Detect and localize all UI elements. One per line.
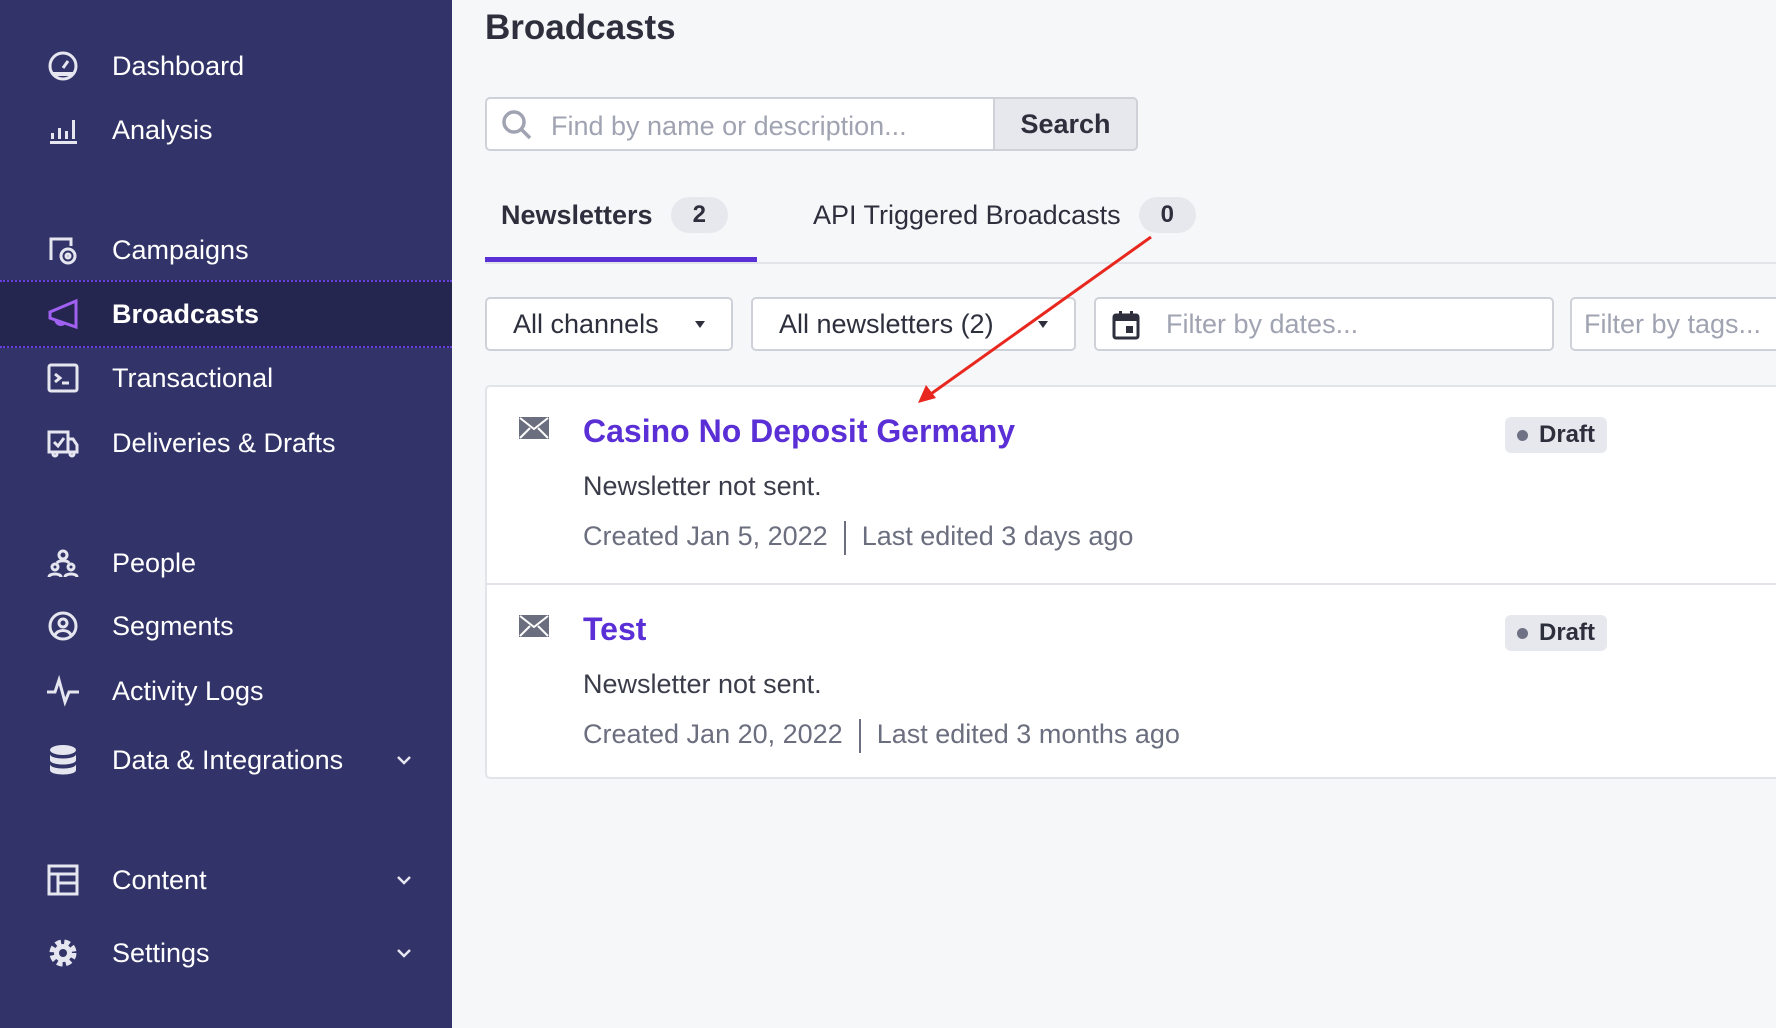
delivery-truck-icon	[46, 426, 80, 460]
created-date: Created Jan 5, 2022	[583, 521, 828, 551]
status-badge: Draft	[1505, 417, 1608, 453]
campaigns-icon	[46, 233, 80, 267]
date-filter-input[interactable]: Filter by dates...	[1094, 297, 1554, 351]
count-badge: 0	[1138, 197, 1197, 233]
tab-newsletters[interactable]: Newsletters 2	[485, 197, 757, 262]
search-input[interactable]: Find by name or description...	[485, 97, 995, 151]
search-button[interactable]: Search	[995, 97, 1138, 151]
tags-filter-input[interactable]: Filter by tags...	[1570, 297, 1776, 351]
divider	[843, 521, 846, 555]
bar-chart-icon	[46, 113, 80, 147]
sidebar-item-segments[interactable]: Segments	[0, 595, 452, 657]
content-icon	[46, 863, 80, 897]
megaphone-icon	[46, 297, 80, 331]
chevron-down-icon[interactable]	[394, 870, 414, 890]
sidebar-item-settings[interactable]: Settings	[0, 922, 452, 984]
tabs-divider	[485, 262, 1776, 264]
sidebar-item-activity-logs[interactable]: Activity Logs	[0, 660, 452, 722]
chevron-down-icon[interactable]	[394, 750, 414, 770]
sidebar-item-content[interactable]: Content	[0, 849, 452, 911]
newsletters-select[interactable]: All newsletters (2)	[751, 297, 1076, 351]
last-edited: Last edited 3 days ago	[861, 521, 1134, 551]
segments-icon	[46, 609, 80, 643]
activity-icon	[46, 674, 80, 708]
list-item[interactable]: Casino No Deposit Germany Newsletter not…	[487, 387, 1776, 583]
gear-icon	[46, 936, 80, 970]
broadcast-list: Casino No Deposit Germany Newsletter not…	[485, 385, 1776, 779]
created-date: Created Jan 20, 2022	[583, 719, 843, 749]
broadcast-title-link[interactable]: Test	[583, 611, 646, 648]
caret-down-icon	[1038, 321, 1048, 328]
broadcast-status-text: Newsletter not sent.	[583, 669, 822, 699]
tab-api-triggered-broadcasts[interactable]: API Triggered Broadcasts 0	[813, 197, 1197, 262]
sidebar-item-people[interactable]: People	[0, 532, 452, 594]
sidebar-item-dashboard[interactable]: Dashboard	[0, 35, 452, 97]
search-placeholder: Find by name or description...	[551, 111, 907, 141]
broadcast-status-text: Newsletter not sent.	[583, 471, 822, 501]
chevron-down-icon[interactable]	[394, 943, 414, 963]
divider	[858, 719, 861, 753]
select-value: All channels	[513, 308, 659, 339]
envelope-icon	[519, 417, 549, 439]
sidebar-item-broadcasts[interactable]: Broadcasts	[0, 280, 452, 348]
sidebar-item-analysis[interactable]: Analysis	[0, 99, 452, 161]
count-badge: 2	[670, 197, 728, 233]
page-title: Broadcasts	[485, 8, 676, 47]
placeholder: Filter by dates...	[1166, 308, 1359, 339]
channels-select[interactable]: All channels	[485, 297, 733, 351]
envelope-icon	[519, 615, 549, 637]
sidebar-item-data-integrations[interactable]: Data & Integrations	[0, 729, 452, 791]
status-badge: Draft	[1505, 615, 1608, 651]
broadcast-meta: Created Jan 5, 2022 Last edited 3 days ag…	[583, 521, 1133, 555]
sidebar: Dashboard Analysis Campaigns Broadcasts …	[0, 0, 452, 1028]
select-value: All newsletters (2)	[779, 308, 994, 339]
tab-label: Newsletters	[501, 200, 653, 230]
dashboard-icon	[46, 49, 80, 83]
placeholder: Filter by tags...	[1584, 308, 1762, 339]
terminal-icon	[46, 361, 80, 395]
calendar-icon	[1112, 311, 1140, 340]
sidebar-item-transactional[interactable]: Transactional	[0, 347, 452, 409]
last-edited: Last edited 3 months ago	[876, 719, 1180, 749]
broadcast-meta: Created Jan 20, 2022 Last edited 3 months…	[583, 719, 1180, 753]
tab-label: API Triggered Broadcasts	[813, 200, 1121, 230]
sidebar-item-deliveries-drafts[interactable]: Deliveries & Drafts	[0, 412, 452, 474]
search-icon	[502, 110, 532, 140]
main-content: Broadcasts Find by name or description..…	[452, 0, 1776, 1028]
caret-down-icon	[695, 321, 705, 328]
broadcast-title-link[interactable]: Casino No Deposit Germany	[583, 413, 1015, 450]
people-icon	[46, 546, 80, 580]
list-item[interactable]: Test Newsletter not sent. Created Jan 20…	[487, 583, 1776, 779]
database-icon	[46, 743, 80, 777]
sidebar-item-campaigns[interactable]: Campaigns	[0, 219, 452, 281]
